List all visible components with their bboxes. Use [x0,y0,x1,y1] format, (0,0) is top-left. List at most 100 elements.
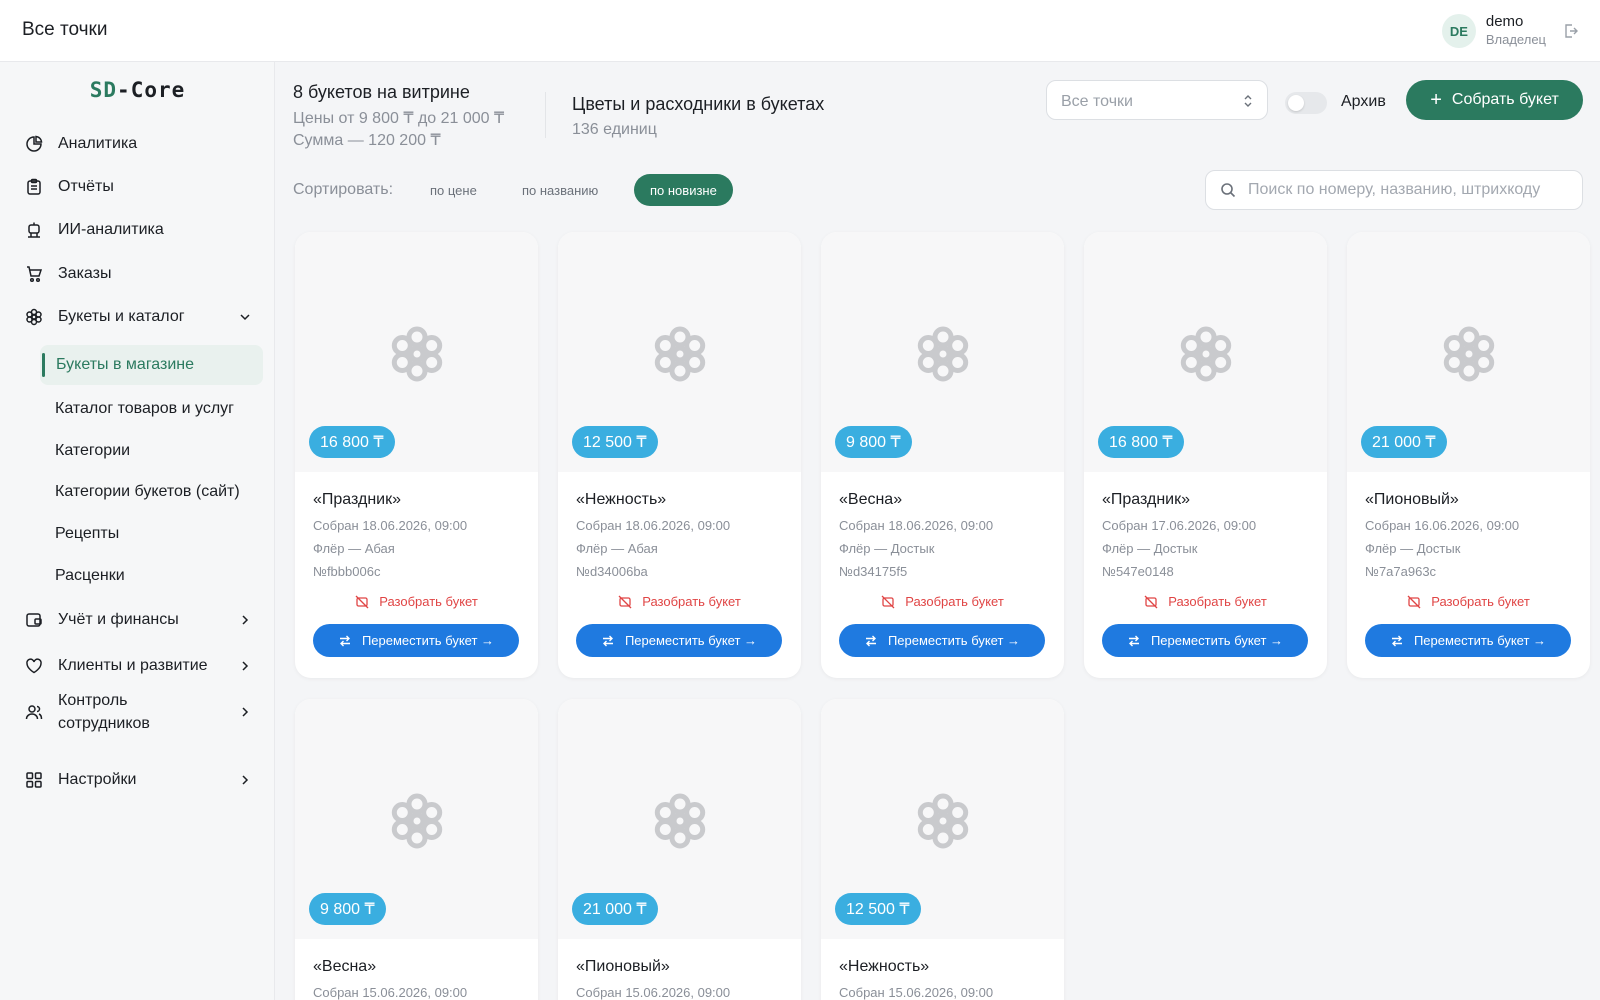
sidebar-subitem-categories[interactable]: Категории [55,442,130,460]
sidebar-item-label: Аналитика [58,135,138,152]
search-input[interactable] [1248,181,1568,199]
sort-label: Сортировать: [293,181,394,198]
sidebar-item-finance[interactable]: Учёт и финансы [24,609,254,631]
disassemble-button[interactable]: Разобрать букет [558,594,801,609]
move-bouquet-button[interactable]: Переместить букет → [1102,624,1308,657]
archive-toggle[interactable] [1285,92,1327,114]
chevron-right-icon[interactable] [238,613,252,627]
bouquet-card[interactable]: 9 800 ₸ «Весна» Собран 18.06.2026, 09:00… [821,232,1064,678]
sidebar-item-staff[interactable]: Контроль сотрудников [24,689,254,735]
users-icon [24,702,44,722]
price-range: Цены от 9 800 ₸ до 21 000 ₸ [293,110,505,127]
bouquet-image: 9 800 ₸ [295,699,538,939]
shop-name: Флёр — Абая [313,541,395,556]
chevron-right-icon[interactable] [238,773,252,787]
bouquet-name: «Нежность» [576,491,667,508]
sidebar-item-analytics[interactable]: Аналитика [24,133,254,155]
disassemble-button[interactable]: Разобрать букет [1084,594,1327,609]
sidebar-item-bouquets-catalog[interactable]: Букеты и каталог [24,306,254,328]
sidebar-item-label: Учёт и финансы [58,611,179,628]
sidebar-item-settings[interactable]: Настройки [24,769,254,791]
price-badge: 9 800 ₸ [309,893,386,925]
disassemble-label: Разобрать букет [1168,594,1267,609]
user-info: demo Владелец [1486,13,1546,49]
flower-placeholder-icon [391,326,443,382]
bouquet-number: №fbbb006c [313,564,381,579]
bouquet-card[interactable]: 21 000 ₸ «Пионовый» Собран 16.06.2026, 0… [1347,232,1590,678]
price-total: Сумма — 120 200 ₸ [293,132,441,149]
sidebar-item-label: Заказы [58,265,112,282]
bouquet-card[interactable]: 12 500 ₸ «Нежность» Собран 15.06.2026, 0… [821,699,1064,1000]
avatar[interactable]: DE [1441,14,1476,48]
sidebar-subitem-site-categories[interactable]: Категории букетов (сайт) [55,483,240,501]
materials-count: 136 единиц [572,121,657,138]
summary-divider [545,92,546,138]
bouquet-card[interactable]: 16 800 ₸ «Праздник» Собран 18.06.2026, 0… [295,232,538,678]
sidebar-item-reports[interactable]: Отчёты [24,176,254,198]
logo[interactable]: SD-Core [0,78,275,102]
grid-icon [24,770,44,790]
flower-placeholder-icon [654,793,706,849]
sidebar-item-clients[interactable]: Клиенты и развитие [24,655,254,677]
bouquet-name: «Праздник» [1102,491,1191,508]
move-bouquet-button[interactable]: Переместить букет → [1365,624,1571,657]
swap-icon [602,635,613,646]
bouquet-name: «Праздник» [313,491,402,508]
sidebar-subitem-pricing[interactable]: Расценки [55,567,125,585]
bouquet-image: 21 000 ₸ [558,699,801,939]
bouquet-name: «Весна» [839,491,903,508]
sidebar-item-label: Контроль сотрудников [58,692,150,732]
sidebar-subitem-recipes[interactable]: Рецепты [55,525,119,543]
sort-by-newest[interactable]: по новизне [634,174,733,206]
archive-label: Архив [1341,93,1386,110]
bouquet-card[interactable]: 9 800 ₸ «Весна» Собран 15.06.2026, 09:00 [295,699,538,1000]
create-bouquet-button[interactable]: + Собрать букет [1406,80,1583,120]
showcase-summary: 8 букетов на витрине Цены от 9 800 ₸ до … [293,82,504,151]
point-select[interactable]: Все точки [1046,80,1268,120]
sidebar-item-label: Букеты и каталог [58,308,185,325]
chevron-right-icon[interactable] [238,659,252,673]
move-bouquet-button[interactable]: Переместить букет → [313,624,519,657]
bouquet-card[interactable]: 12 500 ₸ «Нежность» Собран 18.06.2026, 0… [558,232,801,678]
user-menu[interactable]: DE demo Владелец [1441,12,1580,50]
sidebar-subitem-catalog[interactable]: Каталог товаров и услуг [55,400,234,418]
bouquet-image: 9 800 ₸ [821,232,1064,472]
assembled-date: Собран 17.06.2026, 09:00 [1102,518,1257,533]
chevron-right-icon[interactable] [238,705,252,719]
price-badge: 21 000 ₸ [1361,426,1447,458]
move-bouquet-label: Переместить букет → [887,633,1021,648]
robot-icon [24,220,44,240]
assembled-date: Собран 16.06.2026, 09:00 [1365,518,1520,533]
materials-title: Цветы и расходники в букетах [572,94,825,114]
disassemble-button[interactable]: Разобрать букет [295,594,538,609]
plus-icon: + [1430,89,1442,111]
bouquet-card[interactable]: 16 800 ₸ «Праздник» Собран 17.06.2026, 0… [1084,232,1327,678]
top-bar: Все точки DE demo Владелец [0,0,1600,62]
bouquet-card[interactable]: 21 000 ₸ «Пионовый» Собран 15.06.2026, 0… [558,699,801,1000]
disassemble-label: Разобрать букет [905,594,1004,609]
move-bouquet-button[interactable]: Переместить букет → [839,624,1045,657]
move-bouquet-button[interactable]: Переместить букет → [576,624,782,657]
sidebar-item-ai-analytics[interactable]: ИИ-аналитика [24,219,254,241]
sidebar-subitem-shop-bouquets[interactable]: Букеты в магазине [40,345,263,385]
disassemble-label: Разобрать букет [1431,594,1530,609]
disassemble-label: Разобрать букет [642,594,741,609]
chevron-down-icon[interactable] [238,310,252,324]
bouquet-name: «Пионовый» [576,958,670,975]
bouquet-image: 21 000 ₸ [1347,232,1590,472]
disassemble-button[interactable]: Разобрать букет [821,594,1064,609]
bouquet-image: 16 800 ₸ [1084,232,1327,472]
sort-by-price[interactable]: по цене [414,174,493,206]
price-badge: 16 800 ₸ [309,426,395,458]
bouquet-number: №547e0148 [1102,564,1174,579]
bouquet-image: 12 500 ₸ [558,232,801,472]
search-box[interactable] [1205,170,1583,210]
bouquet-image: 16 800 ₸ [295,232,538,472]
swap-icon [1128,635,1139,646]
materials-summary: Цветы и расходники в букетах 136 единиц [572,94,824,139]
disassemble-button[interactable]: Разобрать букет [1347,594,1590,609]
sort-by-name[interactable]: по названию [506,174,614,206]
swap-icon [1391,635,1402,646]
sidebar-item-orders[interactable]: Заказы [24,263,254,285]
logout-icon[interactable] [1562,22,1580,40]
